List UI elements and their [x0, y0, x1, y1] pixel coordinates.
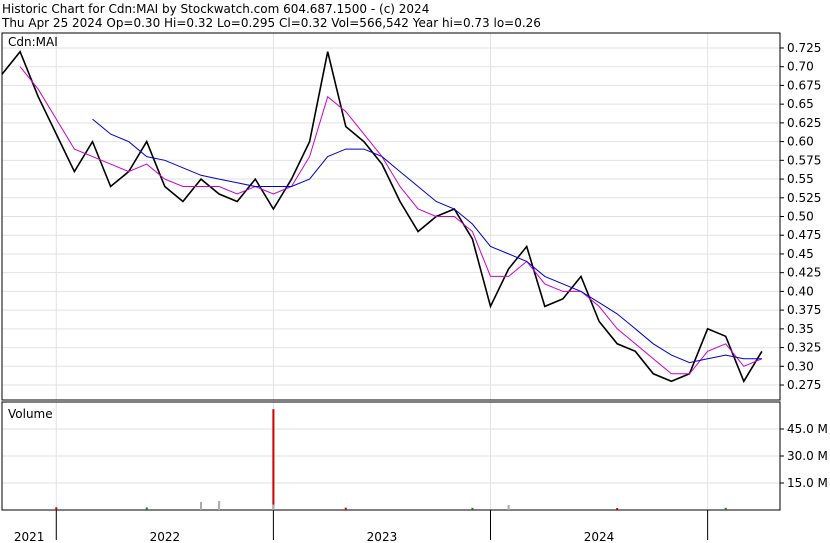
price-tick-label: 0.65 — [787, 97, 814, 111]
time-axis: 2021 2022 2023 2024 — [14, 510, 709, 543]
volume-bar — [344, 507, 347, 510]
year-label: 2024 — [584, 530, 615, 543]
series-line-2 — [92, 118, 762, 364]
price-tick-label: 0.275 — [787, 378, 821, 392]
volume-bar — [507, 504, 510, 510]
price-tick-label: 0.475 — [787, 228, 821, 242]
price-tick-label: 0.525 — [787, 191, 821, 205]
volume-tick-label: 45.0 M — [787, 422, 828, 436]
symbol-label: Cdn:MAI — [8, 35, 58, 49]
price-tick-label: 0.425 — [787, 266, 821, 280]
volume-bar — [471, 507, 474, 510]
series-line-1 — [19, 66, 763, 375]
stock-chart: Cdn:MAI Volume 0.7250.700.6750.650.6250.… — [1, 32, 828, 543]
volume-label: Volume — [8, 407, 53, 421]
year-label: 2023 — [367, 530, 398, 543]
price-tick-label: 0.30 — [787, 359, 814, 373]
volume-tick-label: 15.0 M — [787, 476, 828, 490]
year-label: 2022 — [150, 530, 181, 543]
price-tick-label: 0.40 — [787, 284, 814, 298]
volume-bar — [616, 508, 619, 510]
price-tick-label: 0.55 — [787, 172, 814, 186]
year-label: 2021 — [14, 530, 45, 543]
price-tick-label: 0.675 — [787, 78, 821, 92]
volume-bar — [218, 501, 221, 510]
volume-bar — [272, 504, 275, 510]
price-tick-label: 0.70 — [787, 60, 814, 74]
price-tick-label: 0.60 — [787, 135, 814, 149]
volume-bar — [200, 501, 203, 510]
volume-tick-label: 30.0 M — [787, 449, 828, 463]
price-tick-label: 0.325 — [787, 341, 821, 355]
price-axis: 0.725 0.70 0.675 0.65 0.625 0.60 0.575 0.55 0.52… — [780, 41, 821, 392]
price-tick-label: 0.35 — [787, 322, 814, 336]
price-tick-label: 0.45 — [787, 247, 814, 261]
volume-bar — [724, 507, 727, 510]
price-tick-label: 0.725 — [787, 41, 821, 55]
price-tick-label: 0.50 — [787, 210, 814, 224]
price-tick-label: 0.375 — [787, 303, 821, 317]
price-tick-label: 0.625 — [787, 116, 821, 130]
volume-bar — [272, 409, 275, 510]
volume-bar — [145, 507, 148, 510]
volume-bar — [55, 507, 58, 510]
grid — [2, 33, 780, 510]
volume-axis: 45.0 M 30.0 M 15.0 M — [780, 422, 828, 490]
price-tick-label: 0.575 — [787, 153, 821, 167]
volume-bars — [55, 409, 727, 510]
